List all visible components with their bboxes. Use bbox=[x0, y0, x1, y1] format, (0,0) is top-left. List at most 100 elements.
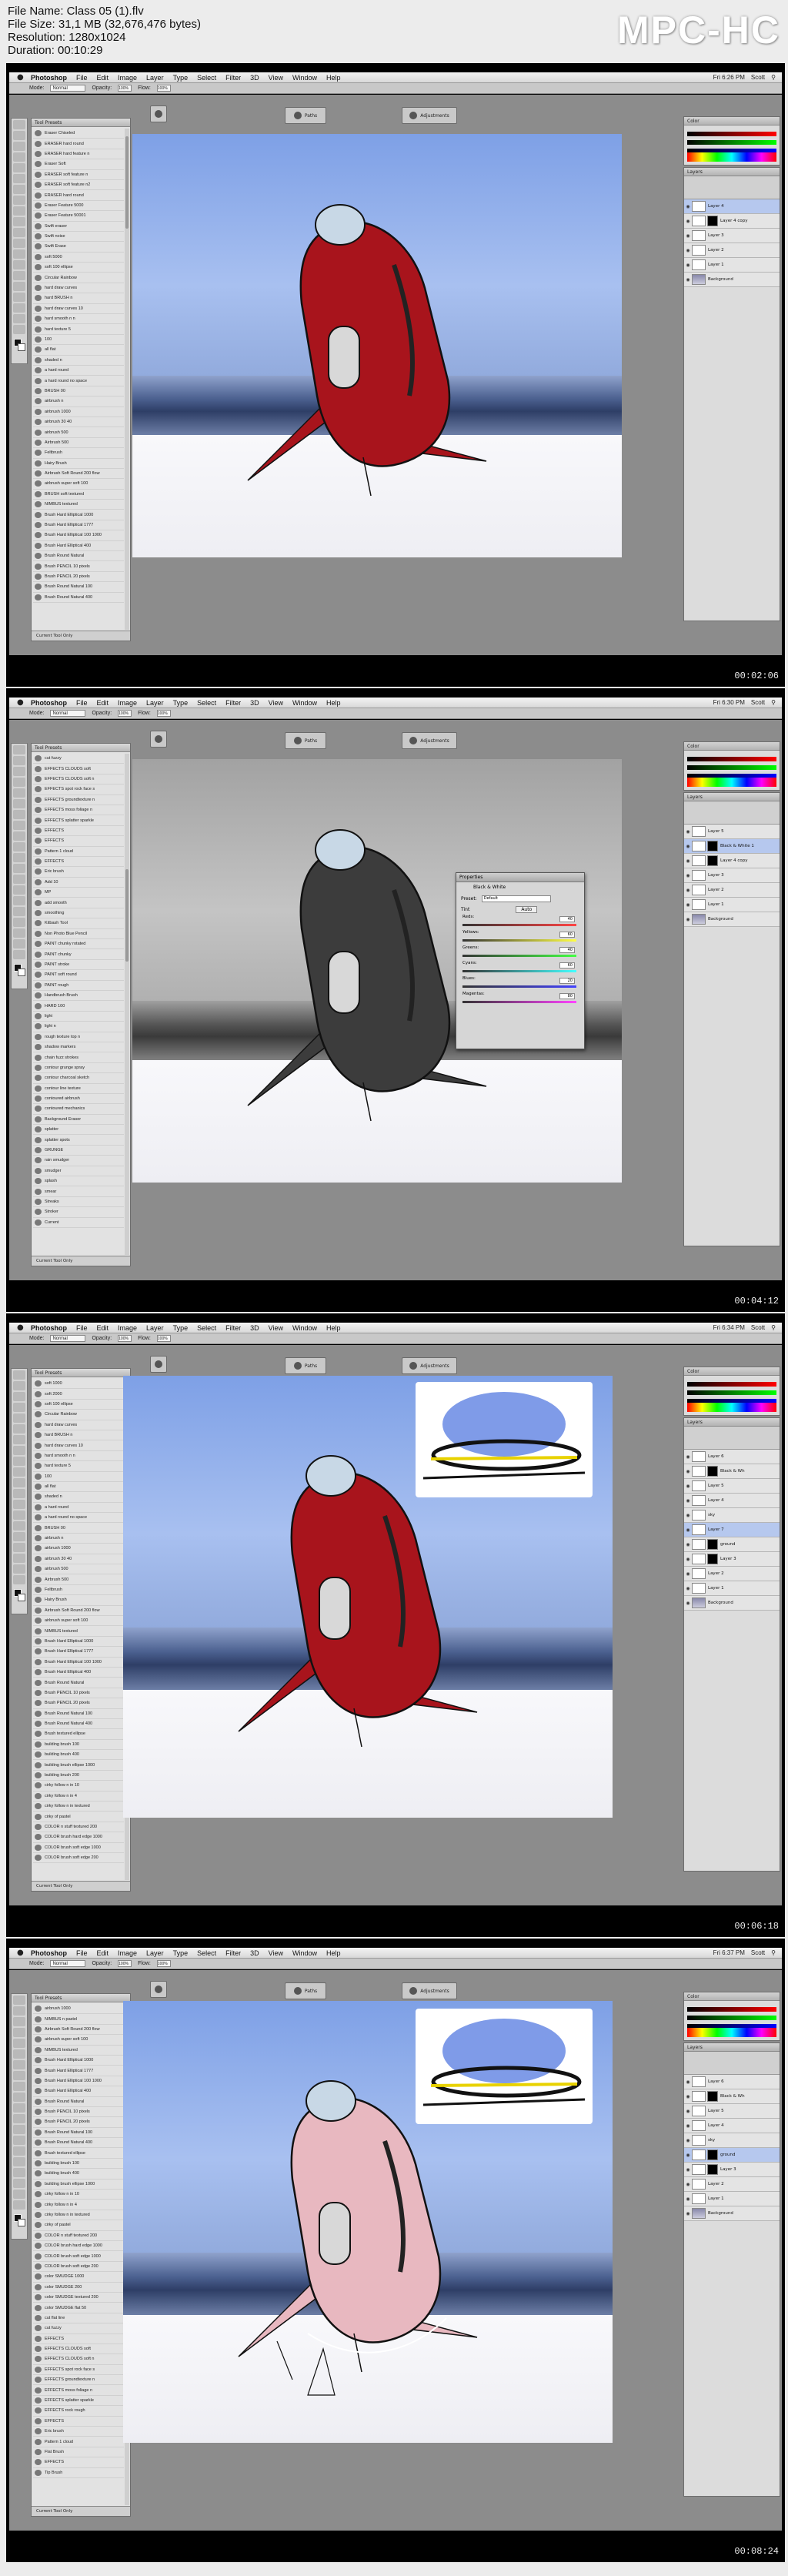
tool-button[interactable] bbox=[13, 896, 25, 905]
tool-button[interactable] bbox=[13, 1510, 25, 1520]
eye-icon[interactable]: ◉ bbox=[684, 219, 692, 224]
preset-item[interactable]: EFFECTS bbox=[33, 826, 124, 837]
tool-button[interactable] bbox=[13, 2006, 25, 2016]
tool-button[interactable] bbox=[13, 142, 25, 151]
menu-item[interactable]: View bbox=[269, 698, 283, 708]
menu-item[interactable]: Window bbox=[292, 698, 317, 708]
tool-button[interactable] bbox=[13, 810, 25, 819]
preset-item[interactable]: Pattern 1 cloud bbox=[33, 847, 124, 857]
layers-controls[interactable] bbox=[684, 1427, 780, 1450]
preset-item[interactable]: a hard round no space bbox=[33, 1513, 124, 1524]
menu-item[interactable]: Photoshop bbox=[31, 1948, 67, 1959]
tool-button[interactable] bbox=[13, 152, 25, 162]
preset-item[interactable]: Brush Hard Elliptical 1000 bbox=[33, 510, 124, 520]
tool-button[interactable] bbox=[13, 1446, 25, 1455]
eye-icon[interactable]: ◉ bbox=[684, 263, 692, 268]
preset-item[interactable]: contour grunge spray bbox=[33, 1063, 124, 1074]
eye-icon[interactable]: ◉ bbox=[684, 2094, 692, 2099]
tool-button[interactable] bbox=[13, 1435, 25, 1444]
preset-item[interactable]: shadow markers bbox=[33, 1042, 124, 1053]
tool-button[interactable] bbox=[13, 2103, 25, 2113]
layer-row[interactable]: ◉ Layer 2 bbox=[684, 243, 780, 258]
channel-value-field[interactable]: 60 bbox=[559, 962, 575, 969]
layer-row[interactable]: ◉ Layer 3 bbox=[684, 2163, 780, 2177]
preset-item[interactable]: Airbrush Soft Round 200 flow bbox=[33, 1606, 124, 1616]
layer-row[interactable]: ◉ Layer 2 bbox=[684, 883, 780, 898]
tool-button[interactable] bbox=[13, 1554, 25, 1563]
menu-item[interactable]: Select bbox=[197, 1323, 216, 1333]
tool-button[interactable] bbox=[13, 1457, 25, 1466]
eye-icon[interactable]: ◉ bbox=[684, 873, 692, 878]
tool-button[interactable] bbox=[13, 1521, 25, 1531]
preset-item[interactable]: Brush Hard Elliptical 1777 bbox=[33, 1647, 124, 1658]
preset-item[interactable]: soft 5000 bbox=[33, 253, 124, 263]
preset-item[interactable]: ERASER soft feature n2 bbox=[33, 180, 124, 191]
layer-row[interactable]: ◉ sky bbox=[684, 1508, 780, 1523]
preset-item[interactable]: Brush PENCIL 20 pixels bbox=[33, 572, 124, 583]
preset-item[interactable]: cirky follow n in textured bbox=[33, 1802, 124, 1812]
menu-item[interactable]: Select bbox=[197, 1948, 216, 1959]
preset-item[interactable]: COLOR brush soft edge 1000 bbox=[33, 1843, 124, 1853]
background-color-swatch[interactable] bbox=[18, 1594, 25, 1601]
color-sliders[interactable] bbox=[687, 2003, 776, 2031]
color-spectrum[interactable] bbox=[687, 2028, 776, 2037]
layer-row[interactable]: ◉ ground bbox=[684, 1537, 780, 1552]
tool-button[interactable] bbox=[13, 1424, 25, 1434]
layer-row[interactable]: ◉ Layer 5 bbox=[684, 2104, 780, 2119]
preset-item[interactable]: splatter bbox=[33, 1125, 124, 1136]
eye-icon[interactable]: ◉ bbox=[684, 2079, 692, 2085]
tool-button[interactable] bbox=[13, 1532, 25, 1541]
eye-icon[interactable]: ◉ bbox=[684, 1469, 692, 1474]
apple-icon[interactable]: ● bbox=[17, 1949, 25, 1957]
flow-field[interactable]: 100% bbox=[156, 710, 171, 717]
menu-item[interactable]: 3D bbox=[250, 698, 259, 708]
preset-item[interactable]: MP bbox=[33, 888, 124, 898]
preset-item[interactable]: Brush Round Natural bbox=[33, 551, 124, 562]
channel-slider[interactable] bbox=[462, 1001, 576, 1003]
adjustments-button[interactable]: Adjustments bbox=[402, 1982, 457, 1999]
layer-row[interactable]: ◉ Layer 7 bbox=[684, 1523, 780, 1537]
preset-scrollbar[interactable] bbox=[125, 129, 129, 630]
layer-row[interactable]: ◉ Layer 1 bbox=[684, 2192, 780, 2206]
preset-item[interactable]: Handbrush Brush bbox=[33, 991, 124, 1002]
menu-item[interactable]: Help bbox=[326, 1323, 341, 1333]
tool-button[interactable] bbox=[13, 864, 25, 873]
tool-button[interactable] bbox=[13, 260, 25, 269]
preset-item[interactable]: Streaks bbox=[33, 1197, 124, 1208]
tool-button[interactable] bbox=[13, 2125, 25, 2134]
tool-button[interactable] bbox=[13, 875, 25, 884]
preset-item[interactable]: Brush Round Natural 400 bbox=[33, 2138, 124, 2149]
channel-slider[interactable] bbox=[462, 985, 576, 988]
eye-icon[interactable]: ◉ bbox=[684, 902, 692, 908]
eye-icon[interactable]: ◉ bbox=[684, 233, 692, 239]
preset-item[interactable]: add smooth bbox=[33, 898, 124, 908]
search-icon[interactable]: ⚲ bbox=[771, 72, 776, 83]
preset-item[interactable]: hard draw curves 10 bbox=[33, 304, 124, 315]
preset-item[interactable]: cirky of pastel bbox=[33, 2220, 124, 2231]
user-name[interactable]: Scott bbox=[751, 698, 765, 708]
preset-item[interactable]: cirky follow n in 4 bbox=[33, 1791, 124, 1802]
user-name[interactable]: Scott bbox=[751, 1323, 765, 1333]
tool-button[interactable] bbox=[13, 2168, 25, 2177]
menu-item[interactable]: Layer bbox=[146, 1948, 164, 1959]
preset-item[interactable]: color SMUDGE textured 200 bbox=[33, 2293, 124, 2303]
preset-item[interactable]: EFFECTS splatter sparkle bbox=[33, 2396, 124, 2407]
tool-button[interactable] bbox=[13, 885, 25, 895]
tool-button[interactable] bbox=[13, 120, 25, 129]
tool-button[interactable] bbox=[13, 1381, 25, 1390]
preset-item[interactable]: Brush Round Natural bbox=[33, 2097, 124, 2107]
preset-item[interactable]: Brush Hard Elliptical 1777 bbox=[33, 2066, 124, 2076]
layer-row[interactable]: ◉ Layer 4 copy bbox=[684, 854, 780, 868]
player-timebar[interactable]: 00:08:24 bbox=[6, 2542, 785, 2562]
tool-button[interactable] bbox=[13, 163, 25, 172]
color-sliders[interactable] bbox=[687, 128, 776, 156]
preset-item[interactable]: cut fuzzy bbox=[33, 754, 124, 764]
preset-item[interactable]: hard draw curves bbox=[33, 1420, 124, 1430]
tool-button[interactable] bbox=[13, 1575, 25, 1584]
preset-item[interactable]: light bbox=[33, 1012, 124, 1022]
preset-item[interactable]: building brush 200 bbox=[33, 1771, 124, 1781]
preset-item[interactable]: Brush Round Natural 400 bbox=[33, 1719, 124, 1730]
tool-button[interactable] bbox=[13, 206, 25, 216]
menu-item[interactable]: Image bbox=[118, 72, 137, 83]
player-timebar[interactable]: 00:04:12 bbox=[6, 1292, 785, 1312]
